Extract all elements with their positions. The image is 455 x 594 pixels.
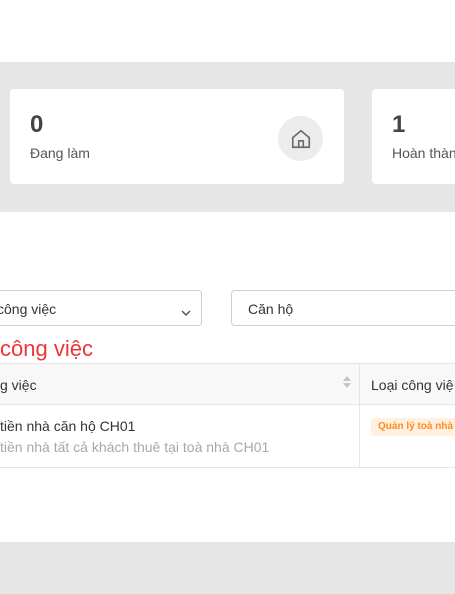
- job-select[interactable]: công việc: [0, 290, 202, 326]
- home-icon: [278, 116, 323, 161]
- stat-value: 0: [30, 111, 44, 138]
- stat-value: 1: [392, 111, 406, 138]
- apartment-filter-text: Căn hộ: [248, 301, 294, 317]
- job-select-value: công việc: [0, 301, 57, 317]
- task-type-badge: Quản lý toà nhà: [371, 418, 455, 436]
- apartment-filter-input[interactable]: Căn hộ: [231, 290, 455, 326]
- column-header-task-type[interactable]: Loại công việ: [371, 377, 454, 393]
- top-bar: [0, 0, 455, 62]
- task-table: g việc Loại công việ tiền nhà căn hộ CH0…: [0, 363, 455, 469]
- stat-label: Hoàn thàn: [392, 145, 455, 161]
- task-description: tiền nhà tất cả khách thuê tại toà nhà C…: [0, 439, 270, 455]
- stat-card-in-progress[interactable]: 0 Đang làm: [10, 89, 344, 184]
- stat-card-completed[interactable]: 1 Hoàn thàn: [372, 89, 455, 184]
- table-row[interactable]: tiền nhà căn hộ CH01 tiền nhà tất cả khá…: [0, 405, 455, 468]
- column-header-task[interactable]: g việc: [0, 377, 37, 393]
- table-header: g việc Loại công việ: [0, 363, 455, 405]
- validation-error-text: công việc: [0, 336, 93, 361]
- task-panel: công việc Căn hộ công việc g việc Loại c…: [0, 212, 455, 542]
- sort-icon[interactable]: [342, 375, 352, 394]
- stat-label: Đang làm: [30, 145, 90, 161]
- chevron-down-icon: [181, 304, 191, 320]
- task-title[interactable]: tiền nhà căn hộ CH01: [0, 418, 135, 434]
